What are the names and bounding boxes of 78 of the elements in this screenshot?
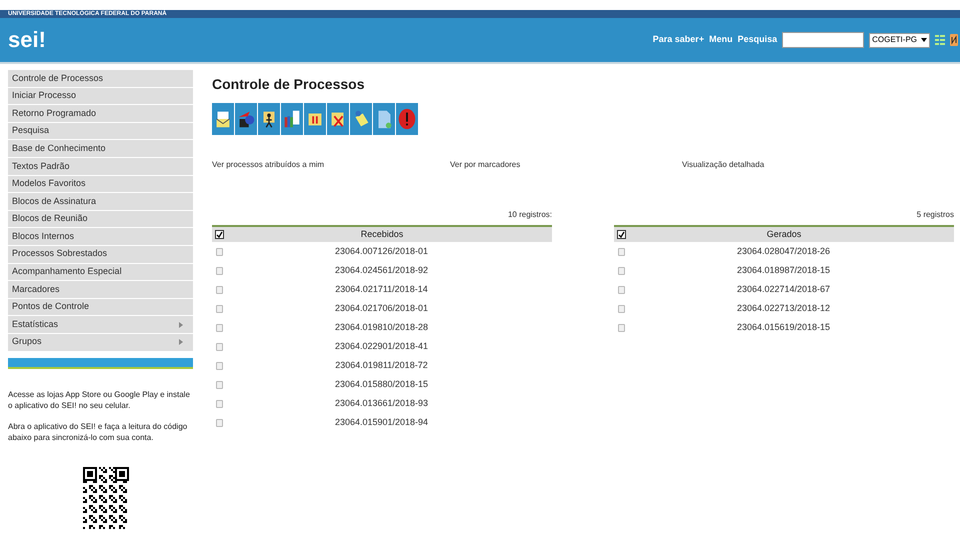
sidebar-item[interactable]: Textos Padrão: [8, 158, 193, 176]
row-checkbox[interactable]: [216, 362, 223, 370]
row-checkbox[interactable]: [618, 286, 625, 294]
header-link[interactable]: Pesquisa: [738, 33, 778, 47]
row-checkbox[interactable]: [618, 266, 625, 274]
view-link[interactable]: Ver processos atribuídos a mim: [212, 159, 450, 171]
sei-logo[interactable]: sei!: [8, 29, 46, 51]
sidebar-item[interactable]: Processos Sobrestados: [8, 246, 193, 264]
alert-icon: [396, 107, 418, 131]
sidebar-item[interactable]: Estatísticas: [8, 316, 193, 334]
select-all-checkbox[interactable]: [617, 230, 626, 239]
computer-arrow-button[interactable]: [235, 103, 257, 135]
sidebar-item[interactable]: Grupos: [8, 334, 193, 352]
new-document-button[interactable]: [373, 103, 395, 135]
unit-select[interactable]: COGETI-PG: [869, 32, 930, 48]
process-number-link[interactable]: 23064.021706/2018-01: [223, 302, 552, 316]
sidebar-item[interactable]: Iniciar Processo: [8, 88, 193, 106]
alert-button[interactable]: [396, 103, 418, 135]
process-number-link[interactable]: 23064.022713/2018-12: [625, 302, 954, 316]
header-link[interactable]: Para saber+: [652, 33, 704, 47]
column-header: Gerados: [766, 228, 802, 241]
grid-icon[interactable]: [935, 35, 945, 45]
envelope-button[interactable]: [212, 103, 234, 135]
sidebar-item[interactable]: Blocos de Assinatura: [8, 193, 193, 211]
row-checkbox[interactable]: [618, 324, 625, 332]
app-instructions: Acesse as lojas App Store ou Google Play e instale o aplicativo do SEI! no seu celular.: [8, 388, 191, 410]
sidebar-item[interactable]: Controle de Processos: [8, 70, 193, 88]
process-number-link[interactable]: 23064.019811/2018-72: [223, 358, 552, 372]
row-checkbox[interactable]: [216, 248, 223, 256]
sidebar-item[interactable]: Pesquisa: [8, 122, 193, 140]
app-instructions: Abra o aplicativo do SEI! e faça a leitura do código abaixo para sincronizá-lo com sua conta.: [8, 420, 188, 442]
process-number-link[interactable]: 23064.015619/2018-15: [625, 320, 954, 334]
row-checkbox[interactable]: [216, 380, 223, 388]
row-checkbox[interactable]: [216, 286, 223, 294]
sidebar-item[interactable]: Base de Conhecimento: [8, 140, 193, 158]
process-number-link[interactable]: 23064.007126/2018-01: [223, 244, 552, 258]
column-header: Recebidos: [360, 228, 404, 241]
process-number-link[interactable]: 23064.024561/2018-92: [223, 264, 552, 278]
sidebar-item[interactable]: Pontos de Controle: [8, 298, 193, 316]
sidebar-item[interactable]: Modelos Favoritos: [8, 176, 193, 194]
process-number-link[interactable]: 23064.015880/2018-15: [223, 378, 552, 392]
notepad-icon[interactable]: [950, 34, 958, 46]
view-link[interactable]: Ver por marcadores: [450, 159, 682, 171]
process-number-link[interactable]: 23064.021711/2018-14: [223, 282, 552, 296]
process-number-link[interactable]: 23064.022714/2018-67: [625, 282, 954, 296]
books-button[interactable]: [281, 103, 303, 135]
sidebar-item[interactable]: Marcadores: [8, 281, 193, 299]
row-checkbox[interactable]: [216, 400, 223, 408]
row-checkbox[interactable]: [216, 324, 223, 332]
record-count: 10 registros:: [508, 209, 552, 221]
process-number-link[interactable]: 23064.013661/2018-93: [223, 396, 552, 410]
process-number-link[interactable]: 23064.022901/2018-41: [223, 340, 552, 354]
process-number-link[interactable]: 23064.015901/2018-94: [223, 416, 552, 430]
process-number-link[interactable]: 23064.028047/2018-26: [625, 244, 954, 258]
notepad-button[interactable]: [350, 103, 372, 135]
header-link[interactable]: Menu: [709, 33, 733, 47]
person-button[interactable]: [258, 103, 280, 135]
sidebar-item[interactable]: Blocos de Reunião: [8, 210, 193, 228]
folder-pause-button[interactable]: [304, 103, 326, 135]
process-number-link[interactable]: 23064.019810/2018-28: [223, 320, 552, 334]
row-checkbox[interactable]: [216, 266, 223, 274]
folder-cross-button[interactable]: [327, 103, 349, 135]
process-number-link[interactable]: 23064.018987/2018-15: [625, 264, 954, 278]
sidebar-item[interactable]: Retorno Programado: [8, 105, 193, 123]
page-title: Controle de Processos: [212, 75, 366, 94]
row-checkbox[interactable]: [618, 248, 625, 256]
caret-icon: [921, 38, 927, 42]
select-all-checkbox[interactable]: [215, 230, 224, 239]
qr-code: [82, 466, 128, 528]
record-count: 5 registros: [916, 209, 954, 221]
sidebar-item[interactable]: Blocos Internos: [8, 228, 193, 246]
row-checkbox[interactable]: [216, 304, 223, 312]
row-checkbox[interactable]: [216, 342, 223, 350]
sidebar-item[interactable]: Acompanhamento Especial: [8, 264, 193, 282]
search-field[interactable]: [782, 32, 864, 48]
view-link[interactable]: Visualização detalhada: [682, 159, 960, 171]
row-checkbox[interactable]: [216, 418, 223, 426]
row-checkbox[interactable]: [618, 304, 625, 312]
